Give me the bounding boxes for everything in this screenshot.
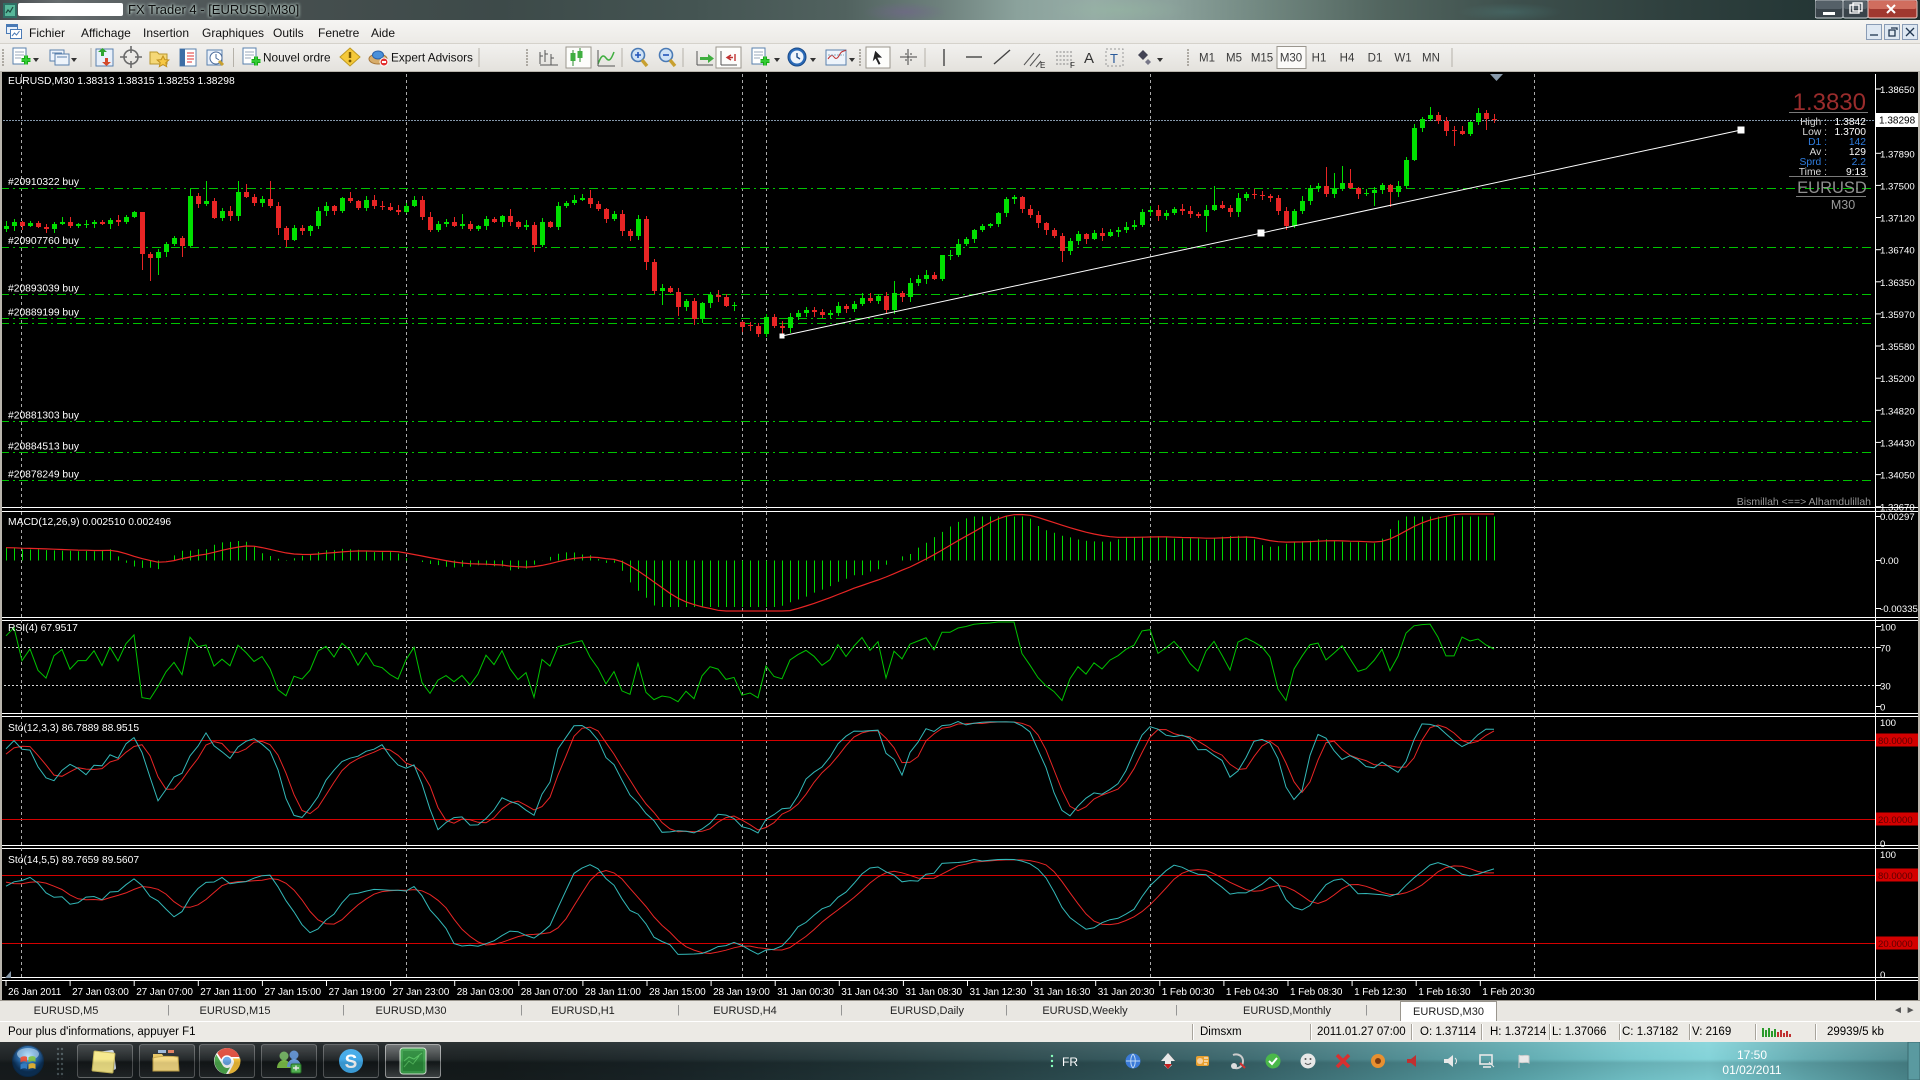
svg-text:0: 0 [1880, 970, 1885, 981]
svg-text:31 Jan 16:30: 31 Jan 16:30 [1034, 987, 1091, 998]
svg-text:#20881303 buy: #20881303 buy [8, 411, 80, 422]
svg-text:M30: M30 [1831, 198, 1855, 212]
svg-text:Bismillah <==> Alhamdulillah: Bismillah <==> Alhamdulillah [1737, 496, 1871, 508]
svg-text:9:13: 9:13 [1846, 167, 1866, 178]
svg-text:27 Jan 11:00: 27 Jan 11:00 [200, 987, 256, 998]
svg-text:0.00: 0.00 [1880, 556, 1899, 567]
svg-text:28 Jan 03:00: 28 Jan 03:00 [457, 987, 514, 998]
svg-text:1.37120: 1.37120 [1880, 214, 1915, 225]
svg-text:1 Feb 04:30: 1 Feb 04:30 [1226, 987, 1279, 998]
svg-text:#20889199 buy: #20889199 buy [8, 308, 80, 319]
svg-text:1.34430: 1.34430 [1880, 438, 1915, 449]
svg-text:1.38650: 1.38650 [1880, 85, 1915, 96]
svg-text:Sto(12,3,3) 86.7889 88.9515: Sto(12,3,3) 86.7889 88.9515 [8, 723, 139, 734]
svg-text:#20910322 buy: #20910322 buy [8, 177, 80, 188]
svg-text:31 Jan 12:30: 31 Jan 12:30 [970, 987, 1027, 998]
svg-text:100: 100 [1880, 850, 1896, 861]
svg-text:20.0000: 20.0000 [1878, 939, 1913, 950]
svg-text:27 Jan 23:00: 27 Jan 23:00 [393, 987, 450, 998]
svg-text:#20878249 buy: #20878249 buy [8, 470, 80, 481]
svg-text:1 Feb 08:30: 1 Feb 08:30 [1290, 987, 1343, 998]
svg-text:80.0000: 80.0000 [1878, 871, 1913, 882]
svg-text:27 Jan 19:00: 27 Jan 19:00 [329, 987, 386, 998]
svg-text:28 Jan 07:00: 28 Jan 07:00 [521, 987, 578, 998]
svg-text:1.37500: 1.37500 [1880, 181, 1915, 192]
svg-text:01/02/2011: 01/02/2011 [1722, 1063, 1781, 1077]
svg-text:28 Jan 15:00: 28 Jan 15:00 [649, 987, 706, 998]
svg-text:RSI(4) 67.9517: RSI(4) 67.9517 [8, 623, 78, 634]
svg-text:1.38298: 1.38298 [1879, 116, 1916, 127]
svg-text:-0.00335: -0.00335 [1880, 604, 1918, 615]
svg-text:1.3830: 1.3830 [1793, 89, 1866, 116]
svg-text:1 Feb 20:30: 1 Feb 20:30 [1482, 987, 1535, 998]
svg-text:FR: FR [1062, 1055, 1078, 1069]
svg-text:1 Feb 12:30: 1 Feb 12:30 [1354, 987, 1407, 998]
svg-text:17:50: 17:50 [1737, 1048, 1767, 1062]
svg-text:0.00297: 0.00297 [1880, 512, 1915, 523]
svg-text:30: 30 [1880, 682, 1891, 693]
svg-text:1.35200: 1.35200 [1880, 374, 1915, 385]
svg-text:80.0000: 80.0000 [1878, 736, 1913, 747]
svg-text:0: 0 [1880, 839, 1885, 850]
svg-text:100: 100 [1880, 623, 1896, 634]
svg-text:#20907760 buy: #20907760 buy [8, 236, 80, 247]
svg-text:1 Feb 00:30: 1 Feb 00:30 [1162, 987, 1215, 998]
svg-text:100: 100 [1880, 718, 1896, 729]
svg-text:28 Jan 19:00: 28 Jan 19:00 [713, 987, 770, 998]
svg-text:70: 70 [1880, 644, 1891, 655]
svg-text:1 Feb 16:30: 1 Feb 16:30 [1418, 987, 1471, 998]
svg-text:MACD(12,26,9) 0.002510 0.00249: MACD(12,26,9) 0.002510 0.002496 [8, 517, 171, 528]
svg-text:1.34050: 1.34050 [1880, 471, 1915, 482]
svg-text:28 Jan 11:00: 28 Jan 11:00 [585, 987, 641, 998]
svg-text:27 Jan 03:00: 27 Jan 03:00 [72, 987, 129, 998]
svg-text:#20893039 buy: #20893039 buy [8, 284, 80, 295]
svg-text:20.0000: 20.0000 [1878, 815, 1913, 826]
svg-text:EURUSD,M30 1.38313 1.38315 1.: EURUSD,M30 1.38313 1.38315 1.38253 1.382… [8, 76, 235, 87]
svg-text:1.36740: 1.36740 [1880, 246, 1915, 257]
svg-text:31 Jan 20:30: 31 Jan 20:30 [1098, 987, 1155, 998]
svg-text:EURUSD: EURUSD [1797, 179, 1867, 197]
svg-text:1.37890: 1.37890 [1880, 149, 1915, 160]
svg-text:#20884513 buy: #20884513 buy [8, 442, 80, 453]
svg-text:31 Jan 00:30: 31 Jan 00:30 [777, 987, 834, 998]
svg-text:1.36350: 1.36350 [1880, 278, 1915, 289]
svg-text:27 Jan 07:00: 27 Jan 07:00 [136, 987, 193, 998]
svg-text:31 Jan 04:30: 31 Jan 04:30 [841, 987, 898, 998]
svg-text:27 Jan 15:00: 27 Jan 15:00 [264, 987, 321, 998]
svg-text:1.35970: 1.35970 [1880, 310, 1915, 321]
svg-text:S: S [345, 1052, 358, 1073]
svg-text:26 Jan 2011: 26 Jan 2011 [8, 987, 62, 998]
svg-text:Sto(14,5,5) 89.7659 89.5607: Sto(14,5,5) 89.7659 89.5607 [8, 855, 139, 866]
svg-text:0: 0 [1880, 703, 1885, 714]
svg-text:31 Jan 08:30: 31 Jan 08:30 [905, 987, 962, 998]
svg-text:1.35580: 1.35580 [1880, 342, 1915, 353]
svg-text:1.34820: 1.34820 [1880, 406, 1915, 417]
svg-text:Time :: Time : [1799, 167, 1827, 178]
